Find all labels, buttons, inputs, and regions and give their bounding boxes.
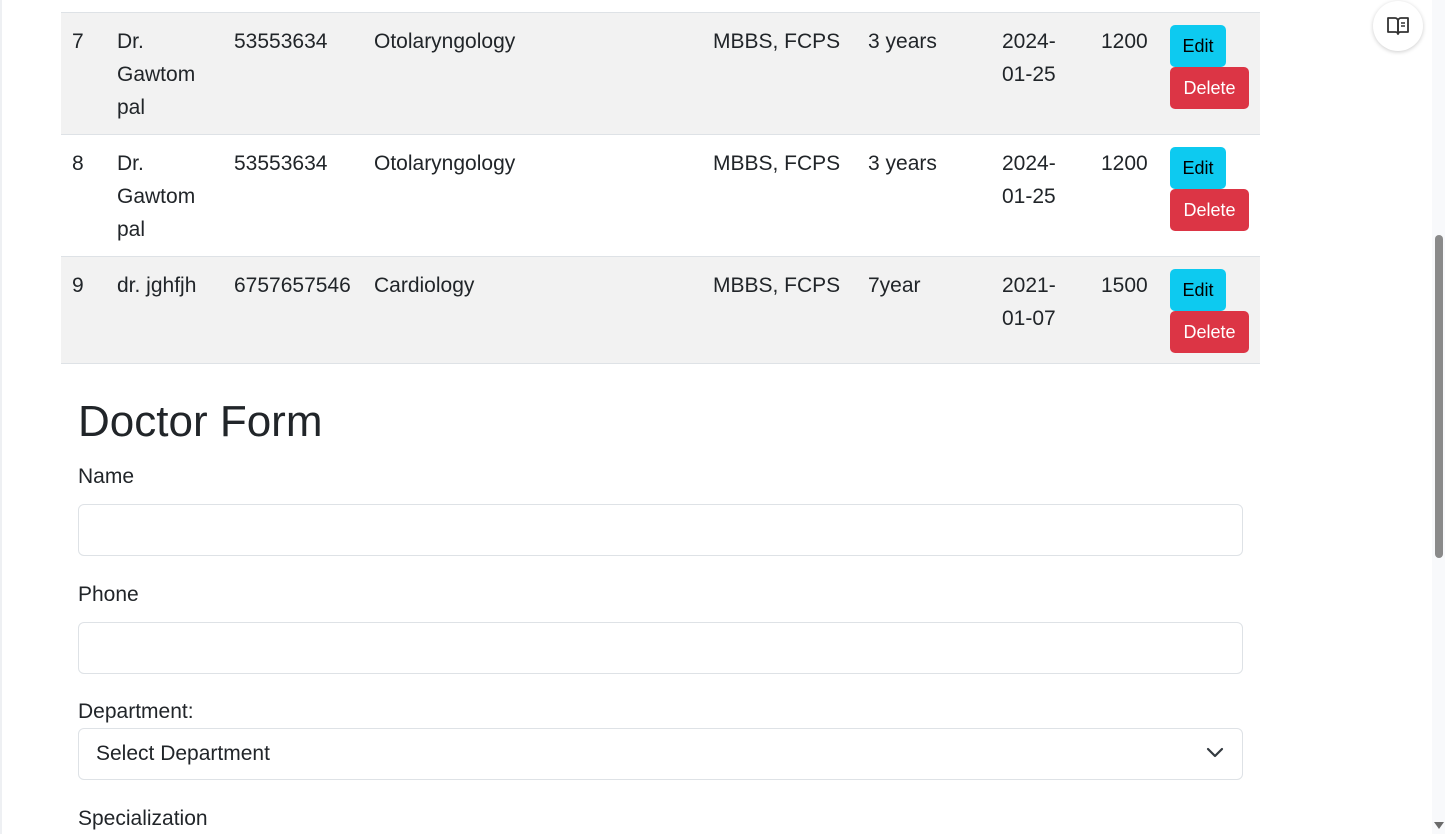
row-phone: 6757657546 xyxy=(234,274,351,297)
row-phone: 53553634 xyxy=(234,152,328,175)
delete-button[interactable]: Delete xyxy=(1170,189,1249,231)
phone-label: Phone xyxy=(78,583,139,606)
delete-button[interactable]: Delete xyxy=(1170,67,1249,109)
row-actions: Edit Delete xyxy=(1170,269,1249,353)
row-date: 2024-01-25 xyxy=(1002,30,1056,86)
row-qualification: MBBS, FCPS xyxy=(713,274,841,297)
row-id: 9 xyxy=(72,274,84,297)
row-fee: 1200 xyxy=(1101,152,1148,175)
specialization-label: Specialization xyxy=(78,807,208,830)
table-row: 9 dr. jghfjh 6757657546 Cardiology MBBS,… xyxy=(61,257,1260,364)
row-actions: Edit Delete xyxy=(1170,147,1249,231)
row-date: 2024-01-25 xyxy=(1002,152,1056,208)
row-experience: 7year xyxy=(868,274,921,297)
row-specialization: Cardiology xyxy=(374,274,475,297)
page: 7 Dr. Gawtom pal 53553634 Otolaryngology… xyxy=(0,0,1434,834)
row-qualification: MBBS, FCPS xyxy=(713,30,841,53)
delete-button[interactable]: Delete xyxy=(1170,311,1249,353)
row-qualification: MBBS, FCPS xyxy=(713,152,841,175)
phone-input[interactable] xyxy=(78,622,1243,674)
row-name: Dr. Gawtom pal xyxy=(117,30,196,119)
scrollbar-thumb[interactable] xyxy=(1435,235,1443,558)
row-date: 2021-01-07 xyxy=(1002,274,1056,330)
vertical-scrollbar[interactable] xyxy=(1432,0,1445,834)
row-actions: Edit Delete xyxy=(1170,25,1249,109)
row-experience: 3 years xyxy=(868,30,937,53)
row-id: 8 xyxy=(72,152,84,175)
reader-mode-button[interactable] xyxy=(1373,1,1423,51)
row-experience: 3 years xyxy=(868,152,937,175)
row-specialization: Otolaryngology xyxy=(374,30,516,53)
row-name: Dr. Gawtom pal xyxy=(117,152,196,241)
name-input[interactable] xyxy=(78,504,1243,556)
row-fee: 1500 xyxy=(1101,274,1148,297)
department-label: Department: xyxy=(78,700,194,723)
row-id: 7 xyxy=(72,30,84,53)
edit-button[interactable]: Edit xyxy=(1170,25,1226,67)
table-row: 8 Dr. Gawtom pal 53553634 Otolaryngology… xyxy=(61,135,1260,257)
name-label: Name xyxy=(78,465,135,488)
doctors-table: 7 Dr. Gawtom pal 53553634 Otolaryngology… xyxy=(61,12,1260,364)
edit-button[interactable]: Edit xyxy=(1170,147,1226,189)
row-phone: 53553634 xyxy=(234,30,328,53)
table-row: 7 Dr. Gawtom pal 53553634 Otolaryngology… xyxy=(61,13,1260,135)
row-name: dr. jghfjh xyxy=(117,274,197,297)
department-select[interactable]: Select Department xyxy=(78,728,1243,780)
department-selected-value: Select Department xyxy=(96,742,270,765)
chevron-down-icon xyxy=(1206,746,1224,760)
form-title: Doctor Form xyxy=(78,397,323,446)
scroll-down-arrow-icon[interactable] xyxy=(1434,822,1444,829)
row-specialization: Otolaryngology xyxy=(374,152,516,175)
edit-button[interactable]: Edit xyxy=(1170,269,1226,311)
row-fee: 1200 xyxy=(1101,30,1148,53)
